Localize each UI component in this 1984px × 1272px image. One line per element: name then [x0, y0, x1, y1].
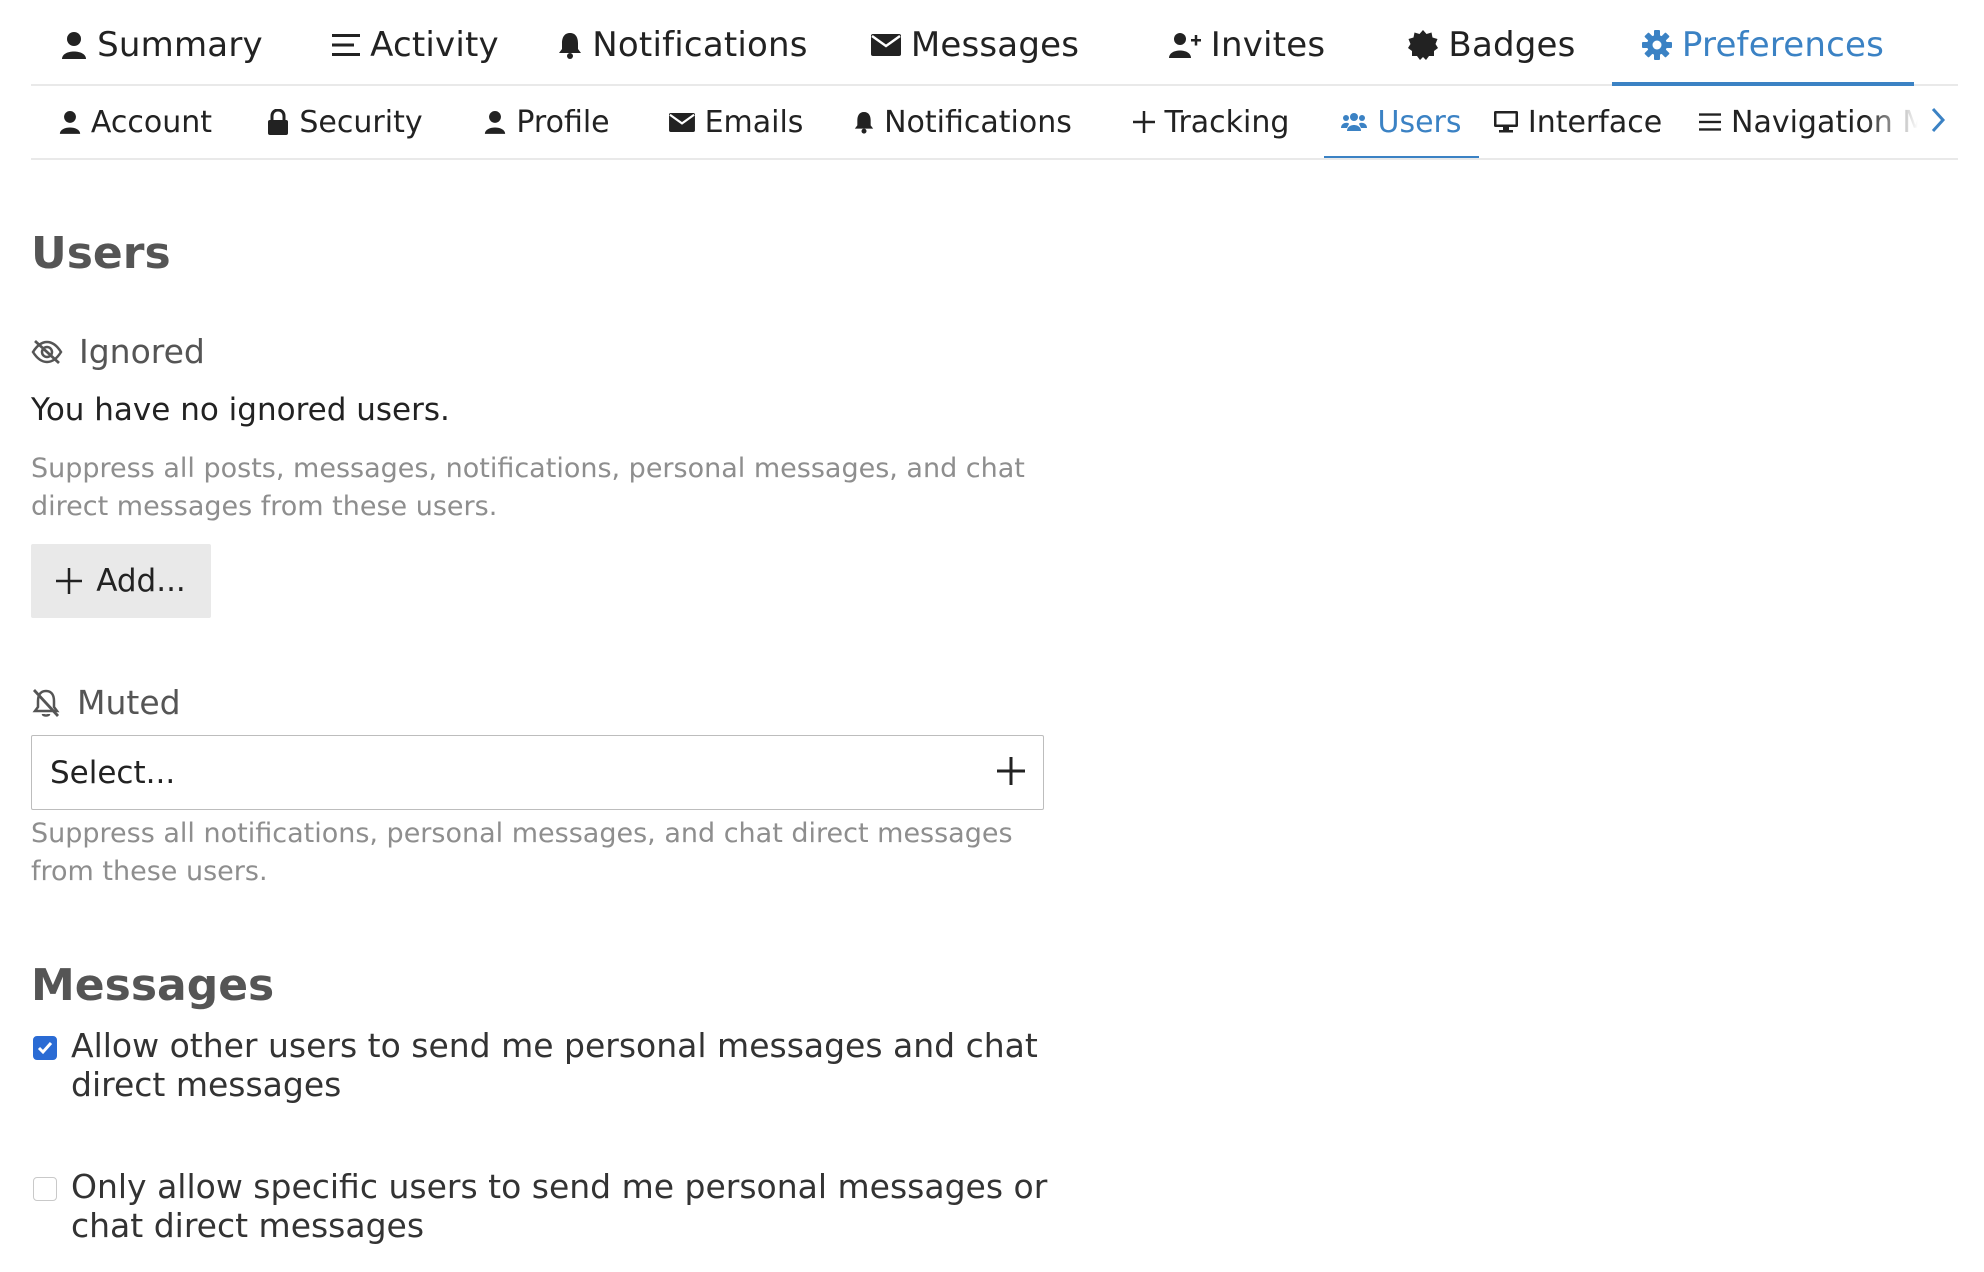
badge-icon: [1408, 30, 1439, 60]
bell-icon: [854, 110, 874, 134]
tab-messages-label: Messages: [910, 25, 1080, 65]
allow-pm-checkbox[interactable]: [33, 1036, 57, 1060]
bell-slash-icon: [31, 688, 61, 718]
tab-badges-label: Badges: [1448, 25, 1576, 65]
specific-users-pm-label[interactable]: Only allow specific users to send me per…: [71, 1167, 1061, 1245]
subtab-tracking-label: Tracking: [1164, 104, 1290, 140]
plus-icon: [1132, 111, 1155, 133]
subtab-interface[interactable]: Interface: [1479, 86, 1677, 158]
subtab-emails-label: Emails: [704, 104, 804, 140]
lock-icon: [267, 109, 289, 135]
subtab-account-label: Account: [90, 104, 213, 140]
chevron-right-icon: [1930, 107, 1946, 137]
subtab-account[interactable]: Account: [31, 86, 240, 158]
ignored-heading-label: Ignored: [79, 332, 205, 371]
specific-users-pm-option: Only allow specific users to send me per…: [31, 1167, 1061, 1245]
list-icon: [1699, 112, 1721, 132]
bell-icon: [558, 31, 582, 59]
subtab-security[interactable]: Security: [240, 86, 450, 158]
tab-preferences-label: Preferences: [1681, 25, 1885, 65]
envelope-icon: [870, 34, 901, 56]
tab-preferences[interactable]: Preferences: [1612, 6, 1914, 86]
tab-messages[interactable]: Messages: [828, 6, 1122, 84]
users-section-title: Users: [31, 228, 171, 279]
subtab-emails[interactable]: Emails: [644, 86, 828, 158]
tab-invites[interactable]: Invites: [1122, 6, 1372, 84]
plus-icon: [997, 756, 1025, 789]
tab-badges[interactable]: Badges: [1372, 6, 1612, 84]
muted-heading-label: Muted: [77, 683, 181, 722]
subtab-interface-label: Interface: [1527, 104, 1663, 140]
subtab-profile[interactable]: Profile: [450, 86, 644, 158]
subtab-notifications-label: Notifications: [884, 104, 1072, 140]
subtab-users-label: Users: [1377, 104, 1462, 140]
allow-pm-label[interactable]: Allow other users to send me personal me…: [71, 1026, 1061, 1104]
preferences-subnav: Account Security Profile Emails Notifica…: [31, 86, 1958, 160]
desktop-icon: [1493, 111, 1518, 133]
muted-heading: Muted: [31, 683, 181, 722]
muted-help-text: Suppress all notifications, personal mes…: [31, 818, 1013, 887]
user-icon: [484, 110, 506, 134]
subtab-navigation-menu[interactable]: Navigation Menu: [1677, 86, 1918, 158]
subtab-users[interactable]: Users: [1324, 86, 1479, 158]
user-preferences-page: Summary Activity Notifications Messages …: [0, 0, 1984, 1272]
tab-activity-label: Activity: [370, 25, 499, 65]
gear-icon: [1641, 30, 1672, 60]
user-plus-icon: [1168, 32, 1201, 58]
ignored-heading: Ignored: [31, 332, 205, 371]
tab-notifications[interactable]: Notifications: [538, 6, 828, 84]
add-ignored-user-button[interactable]: Add...: [31, 544, 211, 618]
list-icon: [332, 33, 361, 57]
user-icon: [59, 110, 81, 134]
allow-pm-option: Allow other users to send me personal me…: [31, 1026, 1061, 1104]
subtab-tracking[interactable]: Tracking: [1098, 86, 1324, 158]
tab-notifications-label: Notifications: [592, 25, 808, 65]
primary-nav: Summary Activity Notifications Messages …: [31, 6, 1958, 86]
specific-users-pm-checkbox[interactable]: [33, 1177, 57, 1201]
muted-users-select[interactable]: Select...: [31, 735, 1044, 810]
envelope-icon: [668, 112, 695, 132]
add-button-label: Add...: [96, 563, 186, 599]
eye-slash-icon: [31, 339, 63, 365]
ignored-help-text: Suppress all posts, messages, notificati…: [31, 453, 1025, 522]
user-icon: [61, 31, 87, 59]
ignored-empty-text: You have no ignored users.: [31, 392, 450, 428]
subtab-security-label: Security: [299, 104, 423, 140]
tab-invites-label: Invites: [1210, 25, 1326, 65]
muted-select-value: Select...: [50, 754, 176, 791]
users-icon: [1341, 112, 1368, 132]
subtab-navigation-menu-label: Navigation Menu: [1731, 104, 1918, 140]
subtab-profile-label: Profile: [516, 104, 610, 140]
subtab-notifications[interactable]: Notifications: [828, 86, 1098, 158]
tab-summary-label: Summary: [97, 25, 263, 65]
tab-summary[interactable]: Summary: [31, 6, 293, 84]
plus-icon: [56, 568, 83, 594]
subnav-scroll-right-button[interactable]: [1918, 86, 1958, 158]
messages-section-title: Messages: [31, 960, 275, 1011]
tab-activity[interactable]: Activity: [293, 6, 538, 84]
